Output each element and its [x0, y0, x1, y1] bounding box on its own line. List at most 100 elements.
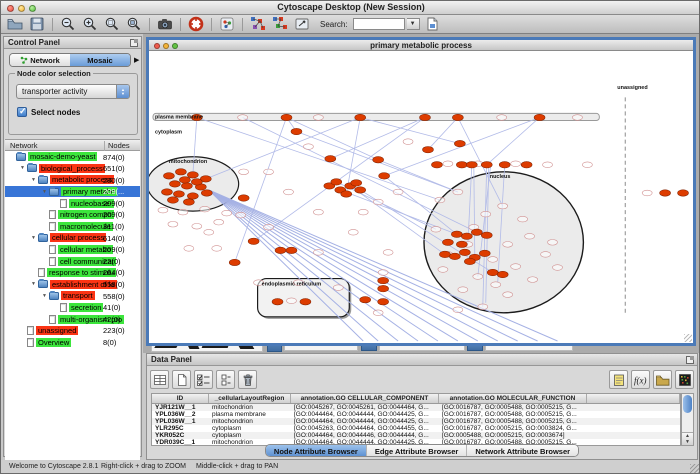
tab-mosaic[interactable]: Mosaic: [70, 54, 130, 66]
network-node-selected[interactable]: [481, 232, 492, 238]
table-row[interactable]: YJR121W__1mitochondrion[GO:0045267, GO:0…: [152, 404, 680, 411]
search-options-dropdown[interactable]: ▼: [407, 18, 420, 30]
network-node-unselected[interactable]: [236, 212, 246, 218]
window-resize-grip[interactable]: [690, 464, 700, 474]
column-header[interactable]: ID: [152, 394, 209, 403]
network-node-unselected[interactable]: [383, 250, 393, 256]
float-panel-icon[interactable]: [686, 356, 694, 364]
network-node-selected[interactable]: [286, 247, 297, 253]
network-node-unselected[interactable]: [222, 210, 232, 216]
attribute-notes-button[interactable]: [609, 370, 628, 389]
network-node-selected[interactable]: [464, 258, 475, 264]
network-node-unselected[interactable]: [313, 115, 323, 121]
network-node-unselected[interactable]: [498, 203, 508, 209]
snapshot-button[interactable]: [155, 16, 175, 33]
tree-row[interactable]: secretion41(0): [5, 302, 140, 314]
tree-row[interactable]: ▼transport558(0): [5, 290, 140, 302]
network-node-unselected[interactable]: [642, 190, 652, 196]
network-node-unselected[interactable]: [168, 221, 178, 227]
network-node-unselected[interactable]: [200, 206, 210, 212]
network-node-unselected[interactable]: [184, 246, 194, 252]
browser-tab[interactable]: Network Attribute Browser: [467, 445, 578, 456]
network-node-unselected[interactable]: [478, 304, 488, 310]
network-node-unselected[interactable]: [212, 246, 222, 252]
network-node-unselected[interactable]: [313, 250, 323, 256]
network-node-unselected[interactable]: [286, 298, 296, 304]
network-node-selected[interactable]: [373, 157, 384, 163]
tree-row[interactable]: macromolecule311(0): [5, 221, 140, 233]
network-node-selected[interactable]: [355, 187, 366, 193]
network-node-selected[interactable]: [678, 190, 689, 196]
tree-row[interactable]: unassigned223(0): [5, 325, 140, 337]
column-header[interactable]: annotation.GO MOLECULAR_FUNCTION: [439, 394, 587, 403]
network-node-selected[interactable]: [331, 179, 342, 185]
network-node-unselected[interactable]: [178, 209, 188, 215]
network-node-selected[interactable]: [181, 183, 192, 189]
column-header[interactable]: _cellularLayoutRegion: [209, 394, 291, 403]
network-node-unselected[interactable]: [528, 277, 538, 283]
network-node-selected[interactable]: [281, 114, 292, 120]
browser-tab[interactable]: Edge Attribute Browser: [367, 445, 467, 456]
network-node-selected[interactable]: [422, 146, 433, 152]
network-node-selected[interactable]: [456, 241, 467, 247]
network-node-selected[interactable]: [459, 249, 470, 255]
tab-overflow-arrow[interactable]: ▶: [134, 56, 139, 64]
network-node-unselected[interactable]: [511, 264, 521, 270]
network-node-unselected[interactable]: [453, 189, 463, 195]
tree-row[interactable]: nucleobase-209(0): [5, 197, 140, 209]
network-node-selected[interactable]: [167, 197, 178, 203]
select-nodes-checkbox[interactable]: [17, 107, 27, 117]
network-node-selected[interactable]: [420, 114, 431, 120]
network-node-unselected[interactable]: [511, 161, 521, 167]
network-node-selected[interactable]: [191, 179, 202, 185]
network-node-selected[interactable]: [471, 229, 482, 235]
network-node-selected[interactable]: [175, 169, 186, 175]
tree-row[interactable]: response to stimulu264(0): [5, 267, 140, 279]
network-node-selected[interactable]: [452, 114, 463, 120]
open-session-button[interactable]: [5, 16, 25, 33]
network-node-selected[interactable]: [341, 191, 352, 197]
tree-header[interactable]: Network Nodes: [5, 139, 140, 151]
network-node-unselected[interactable]: [453, 307, 463, 313]
network-node-selected[interactable]: [378, 298, 389, 304]
network-node-selected[interactable]: [229, 259, 240, 265]
network-node-selected[interactable]: [173, 191, 184, 197]
network-node-unselected[interactable]: [373, 199, 383, 205]
table-row[interactable]: YKR052Ccytoplasm[GO:0044464, GO:0044446,…: [152, 432, 680, 439]
tree-row[interactable]: ▼biological_process651(0): [5, 163, 140, 175]
select-attributes-button[interactable]: [194, 370, 213, 389]
formula-builder-button[interactable]: f(x): [631, 370, 650, 389]
tree-row[interactable]: cellular metabo209(0): [5, 244, 140, 256]
network-node-selected[interactable]: [660, 190, 671, 196]
table-row[interactable]: YPL036W__1mitochondrion[GO:0044464, GO:0…: [152, 418, 680, 425]
network-node-unselected[interactable]: [348, 229, 358, 235]
browser-tab[interactable]: Node Attribute Browser: [266, 445, 367, 456]
network-node-unselected[interactable]: [473, 274, 483, 280]
network-node-selected[interactable]: [300, 298, 311, 304]
network-node-unselected[interactable]: [192, 223, 202, 229]
network-node-selected[interactable]: [272, 298, 283, 304]
network-node-unselected[interactable]: [435, 197, 445, 203]
network-node-selected[interactable]: [187, 193, 198, 199]
network-node-unselected[interactable]: [403, 139, 413, 145]
network-node-selected[interactable]: [534, 114, 545, 120]
network-node-selected[interactable]: [161, 189, 172, 195]
network-node-unselected[interactable]: [358, 209, 368, 215]
network-node-selected[interactable]: [275, 247, 286, 253]
float-panel-icon[interactable]: [130, 39, 138, 47]
network-node-unselected[interactable]: [378, 270, 388, 276]
network-node-unselected[interactable]: [503, 292, 513, 298]
tree-row[interactable]: cell communicat22(0): [5, 255, 140, 267]
network-node-unselected[interactable]: [313, 209, 323, 215]
network-node-selected[interactable]: [466, 162, 477, 168]
tree-row[interactable]: multi-organism pro42(0): [5, 313, 140, 325]
network-node-selected[interactable]: [169, 181, 180, 187]
network-node-unselected[interactable]: [393, 189, 403, 195]
table-row[interactable]: YLR295Ccytoplasm[GO:0045263, GO:0044464,…: [152, 425, 680, 432]
disclosure-triangle-icon[interactable]: ▼: [40, 293, 49, 299]
network-node-selected[interactable]: [461, 233, 472, 239]
network-node-selected[interactable]: [481, 162, 492, 168]
attribute-file-button[interactable]: [422, 16, 442, 33]
network-node-unselected[interactable]: [431, 226, 441, 232]
network-node-unselected[interactable]: [491, 282, 501, 288]
